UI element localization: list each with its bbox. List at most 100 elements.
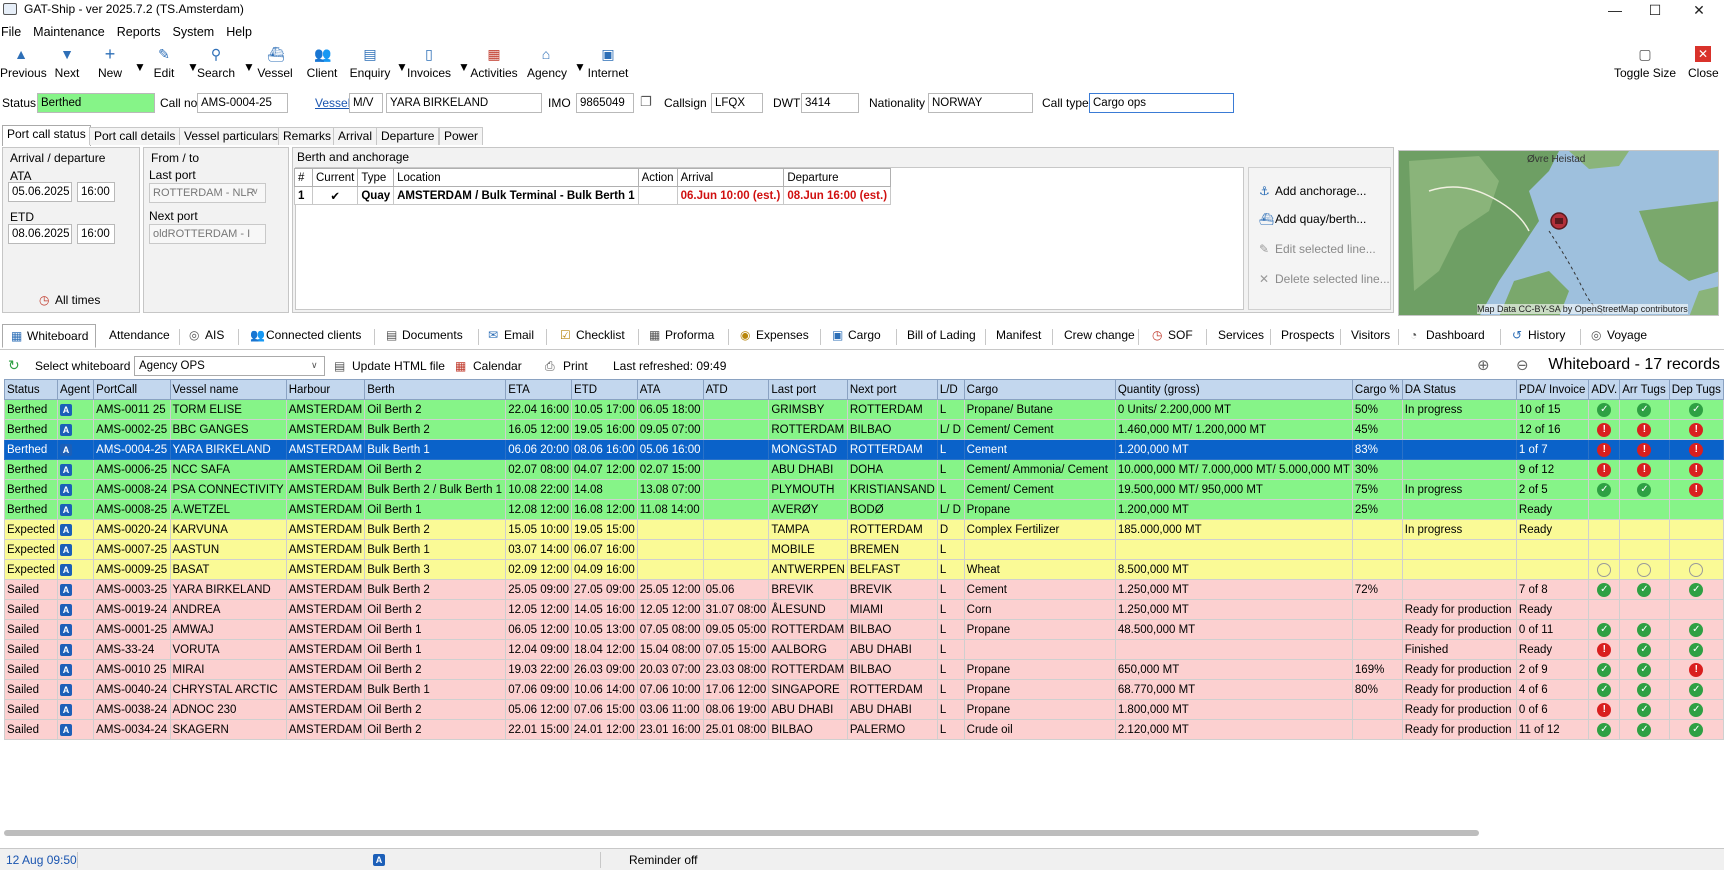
tab-cargo[interactable]: ▣ Cargo (832, 324, 881, 348)
tab-prospects[interactable]: Prospects (1281, 324, 1334, 348)
grid-col-da-status[interactable]: DA Status (1401, 379, 1517, 400)
tab-dashboard[interactable]: ◔ Dashboard (1410, 324, 1485, 348)
table-row[interactable]: Berthed A AMS-0004-25 YARA BIRKELAND AMSTERD… (4, 439, 1724, 460)
vessel-name-field[interactable]: YARA BIRKELAND (386, 93, 542, 113)
tab-vessel-particulars[interactable]: Vessel particulars (179, 127, 284, 145)
search-dropdown-icon[interactable]: ▼ (243, 60, 255, 74)
table-row[interactable]: Berthed A AMS-0011 25 TORM ELISE AMSTERDAM Oi… (4, 399, 1724, 420)
edit-button[interactable]: ✎ Edit (150, 46, 178, 86)
tab-whiteboard[interactable]: ▦ Whiteboard (2, 324, 96, 348)
grid-col-last-port[interactable]: Last port (768, 379, 848, 400)
table-row[interactable]: Berthed A AMS-0002-25 BBC GANGES AMSTERDAM Bu… (4, 419, 1724, 440)
tab-port-call-status[interactable]: Port call status (2, 125, 91, 146)
grid-col-pda-invoice[interactable]: PDA/ Invoice (1515, 379, 1590, 400)
grid-col-agent[interactable]: Agent (56, 379, 95, 400)
tab-sof[interactable]: ◷ SOF (1152, 324, 1193, 348)
tab-manifest[interactable]: Manifest (996, 324, 1041, 348)
last-port-chevron-icon[interactable]: ∨ (252, 186, 259, 197)
callsign-field[interactable]: LFQX (711, 93, 763, 113)
zoom-in-icon[interactable]: ⊕ (1477, 356, 1490, 374)
close-window-button[interactable]: ✕ (1676, 0, 1722, 20)
tab-attendance[interactable]: Attendance (109, 324, 170, 348)
grid-col-atd[interactable]: ATD (702, 379, 770, 400)
table-row[interactable]: Sailed A AMS-0003-25 YARA BIRKELAND AMSTERDA… (4, 579, 1724, 600)
tab-departure[interactable]: Departure (376, 127, 440, 145)
grid-col-adv[interactable]: ADV. (1588, 379, 1621, 400)
zoom-out-icon[interactable]: ⊖ (1516, 356, 1529, 374)
menu-maintenance[interactable]: Maintenance (33, 23, 111, 39)
berth-current-checkbox[interactable]: ✔ (311, 186, 359, 205)
tab-proforma[interactable]: ▦ Proforma (649, 324, 714, 348)
next-port-select[interactable]: oldROTTERDAM - I (149, 224, 266, 244)
whiteboard-select-chevron-icon[interactable]: ∨ (311, 360, 318, 371)
tab-email[interactable]: ✉ Email (488, 324, 534, 348)
last-port-select[interactable]: ROTTERDAM - NLR (149, 183, 266, 203)
new-dropdown-icon[interactable]: ▼ (134, 60, 146, 74)
vessel-link[interactable]: Vessel (315, 96, 350, 110)
table-row[interactable]: Berthed A AMS-0006-25 NCC SAFA AMSTERDAM Oil … (4, 459, 1724, 480)
whiteboard-select[interactable]: Agency OPS (134, 356, 325, 376)
tab-power[interactable]: Power (439, 127, 484, 145)
previous-button[interactable]: ▲ Previous (0, 46, 47, 86)
table-row[interactable]: Sailed A AMS-0010 25 MIRAI AMSTERDAM Oil Bert… (4, 659, 1724, 680)
etd-date-input[interactable]: 08.06.2025 (8, 224, 72, 244)
ata-time-input[interactable]: 16:00 (77, 182, 115, 202)
tab-port-call-details[interactable]: Port call details (89, 127, 181, 145)
invoices-button[interactable]: ▯ Invoices (407, 46, 451, 86)
agency-dropdown-icon[interactable]: ▼ (574, 60, 586, 74)
table-row[interactable]: Berthed A AMS-0008-25 A.WETZEL AMSTERDAM Oil … (4, 499, 1724, 520)
grid-col-portcall[interactable]: PortCall (93, 379, 171, 400)
dwt-field[interactable]: 3414 (801, 93, 859, 113)
tab-visitors[interactable]: Visitors (1351, 324, 1390, 348)
grid-col-harbour[interactable]: Harbour (285, 379, 366, 400)
grid-col-cargo[interactable]: Cargo % (1351, 379, 1403, 400)
table-row[interactable]: Sailed A AMS-0040-24 CHRYSTAL ARCTIC AMSTERD… (4, 679, 1724, 700)
add-quay-link[interactable]: ⛴Add quay/berth... (1259, 212, 1366, 226)
table-row[interactable]: Sailed A AMS-0019-24 ANDREA AMSTERDAM Oil Ber… (4, 599, 1724, 620)
tab-services[interactable]: Services (1218, 324, 1264, 348)
table-row[interactable]: Sailed A AMS-0001-25 AMWAJ AMSTERDAM Oil Bert… (4, 619, 1724, 640)
delete-line-link[interactable]: ✕ Delete selected line... (1259, 272, 1390, 286)
grid-col-l-d[interactable]: L/D (936, 379, 965, 400)
all-times-link[interactable]: ◷ All times (39, 293, 100, 307)
next-button[interactable]: ▼ Next (52, 46, 82, 86)
enquiry-button[interactable]: ▤ Enquiry (349, 46, 391, 86)
table-row[interactable]: Expected A AMS-0009-25 BASAT AMSTERDAM Bulk B… (4, 559, 1724, 580)
tab-remarks[interactable]: Remarks (278, 127, 337, 145)
berth-row[interactable]: 1 ✔ Quay AMSTERDAM / Bulk Terminal - Bul… (294, 186, 892, 205)
table-row[interactable]: Expected A AMS-0020-24 KARVUNA AMSTERDAM Bulk… (4, 519, 1724, 540)
table-row[interactable]: Sailed A AMS-0038-24 ADNOC 230 AMSTERDAM Oil … (4, 699, 1724, 720)
calltype-field[interactable]: Cargo ops (1089, 93, 1234, 113)
tab-ais[interactable]: ◎ AIS (189, 324, 224, 348)
tab-bill-of-lading[interactable]: Bill of Lading (907, 324, 976, 348)
tab-expenses[interactable]: ◉ Expenses (740, 324, 809, 348)
vessel-prefix-field[interactable]: M/V (349, 93, 383, 113)
tab-history[interactable]: ↺ History (1512, 324, 1565, 348)
menu-system[interactable]: System (173, 23, 221, 39)
tab-voyage[interactable]: ◎ Voyage (1591, 324, 1647, 348)
calendar-button[interactable]: ▦ Calendar (455, 359, 522, 373)
refresh-icon[interactable]: ↻ (8, 357, 20, 374)
vessel-button[interactable]: ⛴ Vessel (257, 46, 293, 86)
copy-icon[interactable]: ❐ (640, 94, 652, 110)
tab-connected-clients[interactable]: 👥Connected clients (250, 324, 361, 348)
close-button[interactable]: ✕ Close (1688, 46, 1719, 86)
grid-col-next-port[interactable]: Next port (846, 379, 938, 400)
activities-button[interactable]: ▦ Activities (470, 46, 518, 86)
ata-date-input[interactable]: 05.06.2025 (8, 182, 72, 202)
new-button[interactable]: + New (96, 45, 124, 86)
ais-map[interactable]: Øvre Heistad Map Data CC-BY-SA by OpenSt… (1398, 150, 1719, 316)
callno-field[interactable]: AMS-0004-25 (197, 93, 288, 113)
tab-crew-change[interactable]: Crew change (1064, 324, 1135, 348)
imo-field[interactable]: 9865049 (576, 93, 634, 113)
grid-col-eta[interactable]: ETA (505, 379, 573, 400)
menu-file[interactable]: File (0, 23, 27, 39)
grid-col-etd[interactable]: ETD (571, 379, 638, 400)
tab-arrival[interactable]: Arrival (333, 127, 378, 145)
agency-button[interactable]: ⌂ Agency (527, 46, 567, 86)
menu-help[interactable]: Help (226, 23, 258, 39)
table-row[interactable]: Berthed A AMS-0008-24 PSA CONNECTIVITY AMSTE… (4, 479, 1724, 500)
search-button[interactable]: ⚲ Search (197, 46, 235, 86)
edit-line-link[interactable]: ✎ Edit selected line... (1259, 242, 1376, 256)
etd-time-input[interactable]: 16:00 (77, 224, 115, 244)
